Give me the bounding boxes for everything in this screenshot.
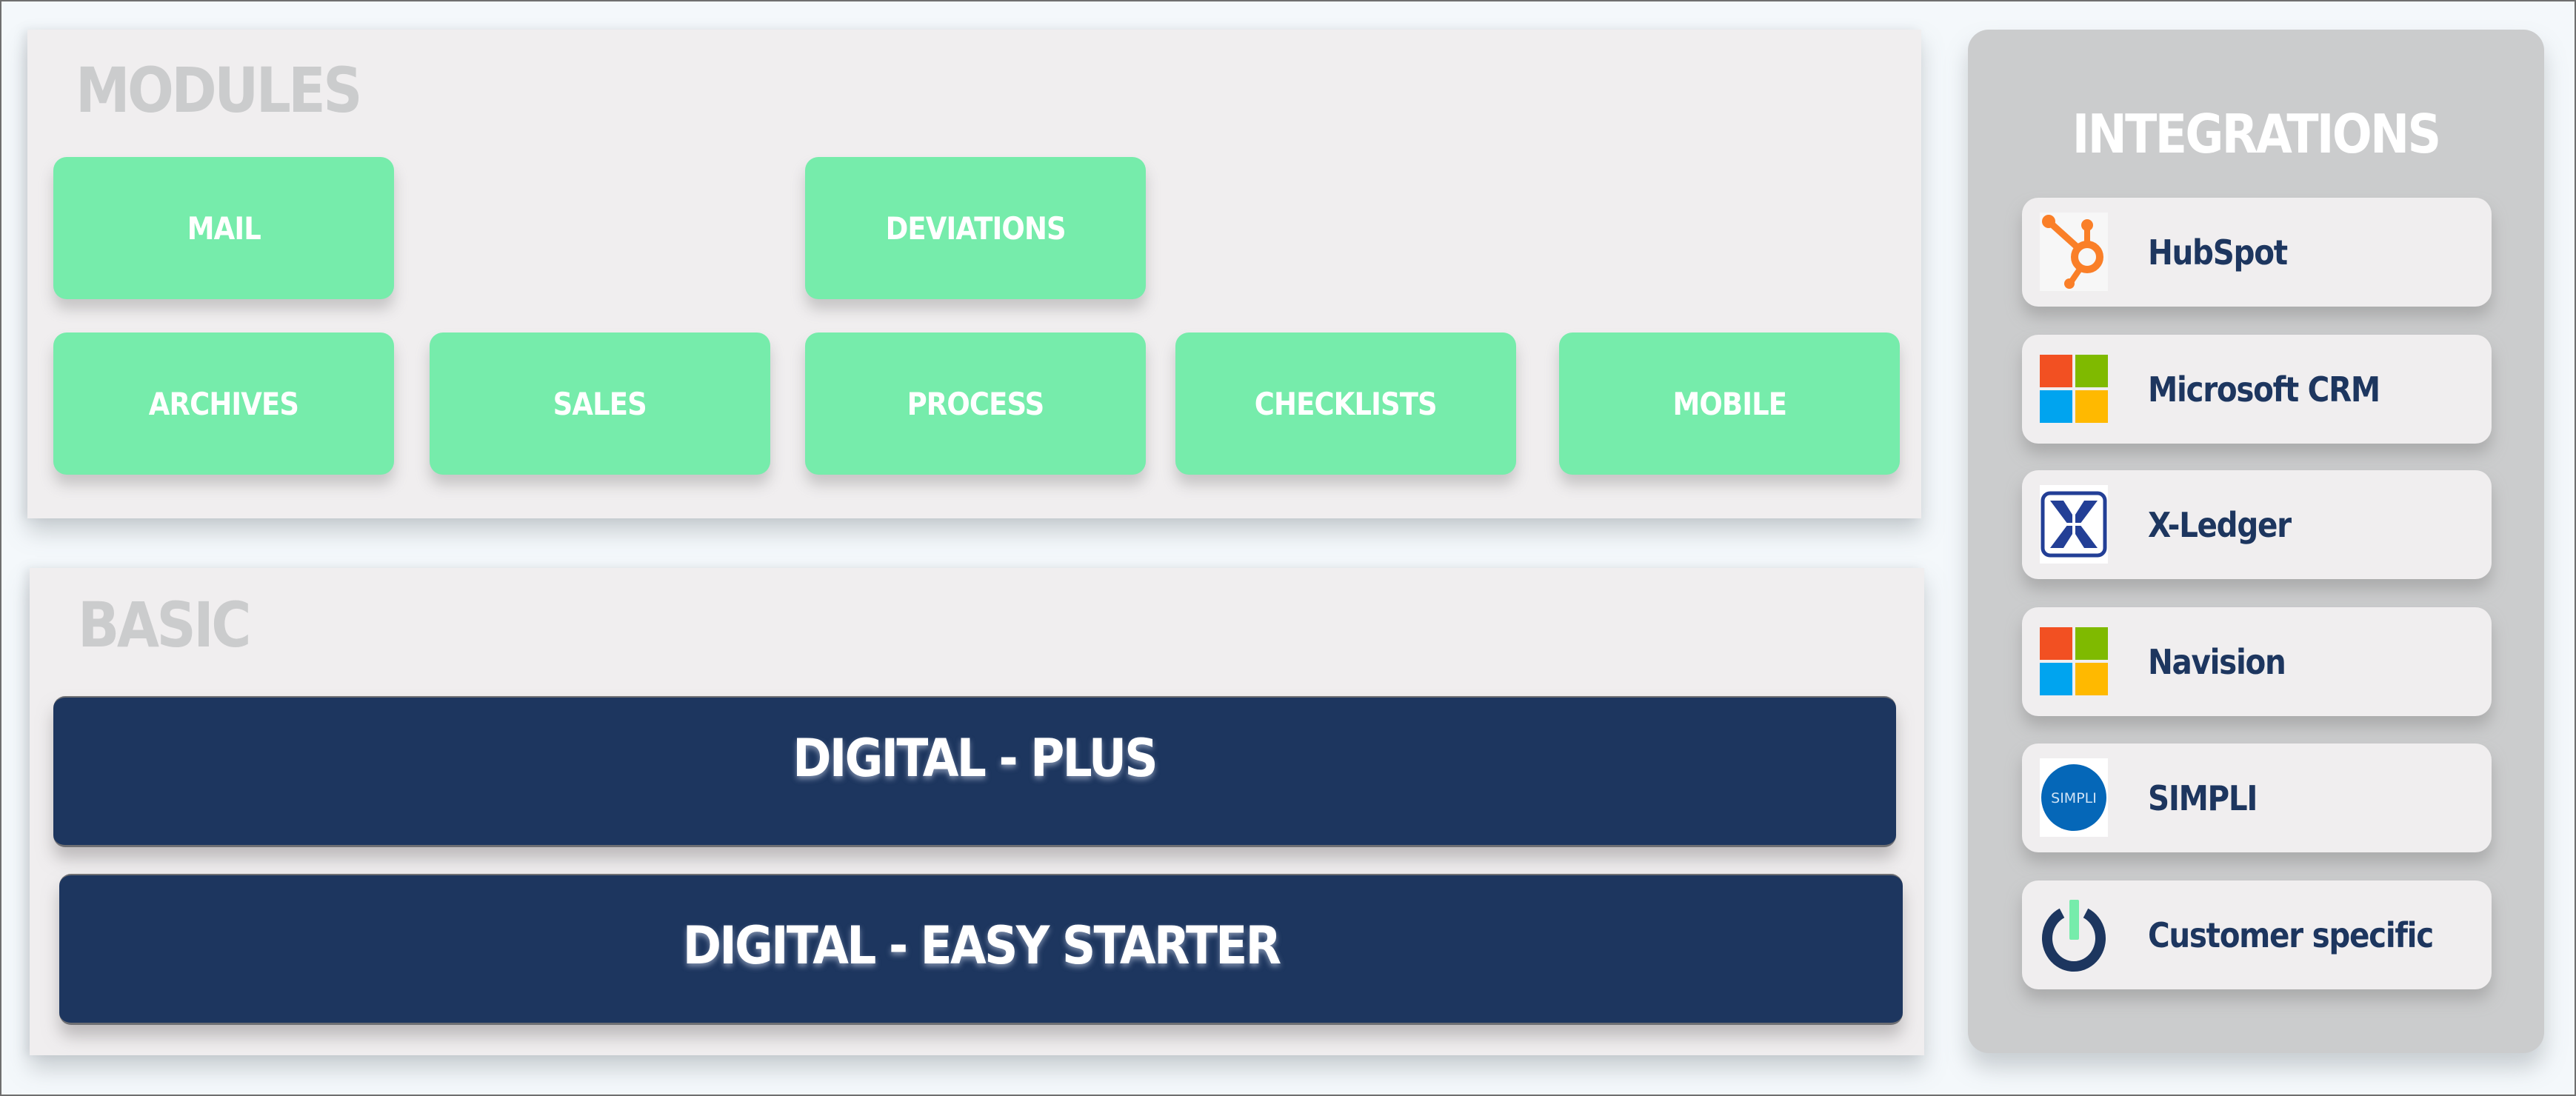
hubspot-logo-icon (2040, 213, 2108, 291)
module-tile-process[interactable]: PROCESS (805, 333, 1146, 475)
module-label: MAIL (187, 210, 261, 247)
microsoft-logo-icon (2040, 622, 2108, 701)
module-tile-sales[interactable]: SALES (430, 333, 770, 475)
module-tile-archives[interactable]: ARCHIVES (53, 333, 394, 475)
simpli-logo-icon: SIMPLI (2040, 758, 2108, 837)
integrations-panel: INTEGRATIONS HubSpot Microsoft CRM X-Led… (1968, 30, 2544, 1053)
integration-label: HubSpot (2148, 232, 2288, 273)
module-label: CHECKLISTS (1254, 385, 1438, 422)
module-label: ARCHIVES (148, 385, 299, 422)
integration-hubspot[interactable]: HubSpot (2022, 198, 2492, 307)
integration-navision[interactable]: Navision (2022, 607, 2492, 716)
modules-title: MODULES (76, 54, 363, 127)
module-label: PROCESS (907, 385, 1045, 422)
plan-label: DIGITAL - PLUS (793, 727, 1158, 789)
xledger-logo-icon (2040, 485, 2108, 564)
power-icon (2040, 895, 2108, 974)
integration-label: X-Ledger (2148, 504, 2292, 545)
microsoft-logo-icon (2040, 350, 2108, 428)
modules-panel: MODULES MAIL DEVIATIONS ARCHIVES SALES P… (27, 30, 1921, 518)
plan-digital-plus[interactable]: DIGITAL - PLUS (53, 696, 1896, 847)
module-tile-mobile[interactable]: MOBILE (1559, 333, 1900, 475)
module-label: SALES (553, 385, 647, 422)
integration-x-ledger[interactable]: X-Ledger (2022, 470, 2492, 579)
integration-label: Navision (2148, 641, 2286, 682)
integration-label: SIMPLI (2148, 778, 2258, 818)
integration-label: Customer specific (2148, 915, 2434, 955)
plan-label: DIGITAL - EASY STARTER (682, 915, 1281, 976)
module-label: MOBILE (1672, 385, 1787, 422)
basic-title: BASIC (78, 589, 251, 661)
basic-panel: BASIC DIGITAL - PLUS DIGITAL - EASY STAR… (30, 568, 1924, 1055)
module-label: DEVIATIONS (885, 210, 1066, 247)
integration-simpli[interactable]: SIMPLI SIMPLI (2022, 744, 2492, 852)
integrations-title-text: INTEGRATIONS (2072, 103, 2441, 165)
plan-digital-easy-starter[interactable]: DIGITAL - EASY STARTER (59, 874, 1903, 1025)
module-tile-checklists[interactable]: CHECKLISTS (1175, 333, 1516, 475)
integration-label: Microsoft CRM (2148, 369, 2380, 410)
module-tile-mail[interactable]: MAIL (53, 157, 394, 299)
svg-text:SIMPLI: SIMPLI (2051, 790, 2097, 806)
integration-microsoft-crm[interactable]: Microsoft CRM (2022, 335, 2492, 444)
integrations-title: INTEGRATIONS (1968, 107, 2544, 161)
module-tile-deviations[interactable]: DEVIATIONS (805, 157, 1146, 299)
integration-customer-specific[interactable]: Customer specific (2022, 881, 2492, 989)
